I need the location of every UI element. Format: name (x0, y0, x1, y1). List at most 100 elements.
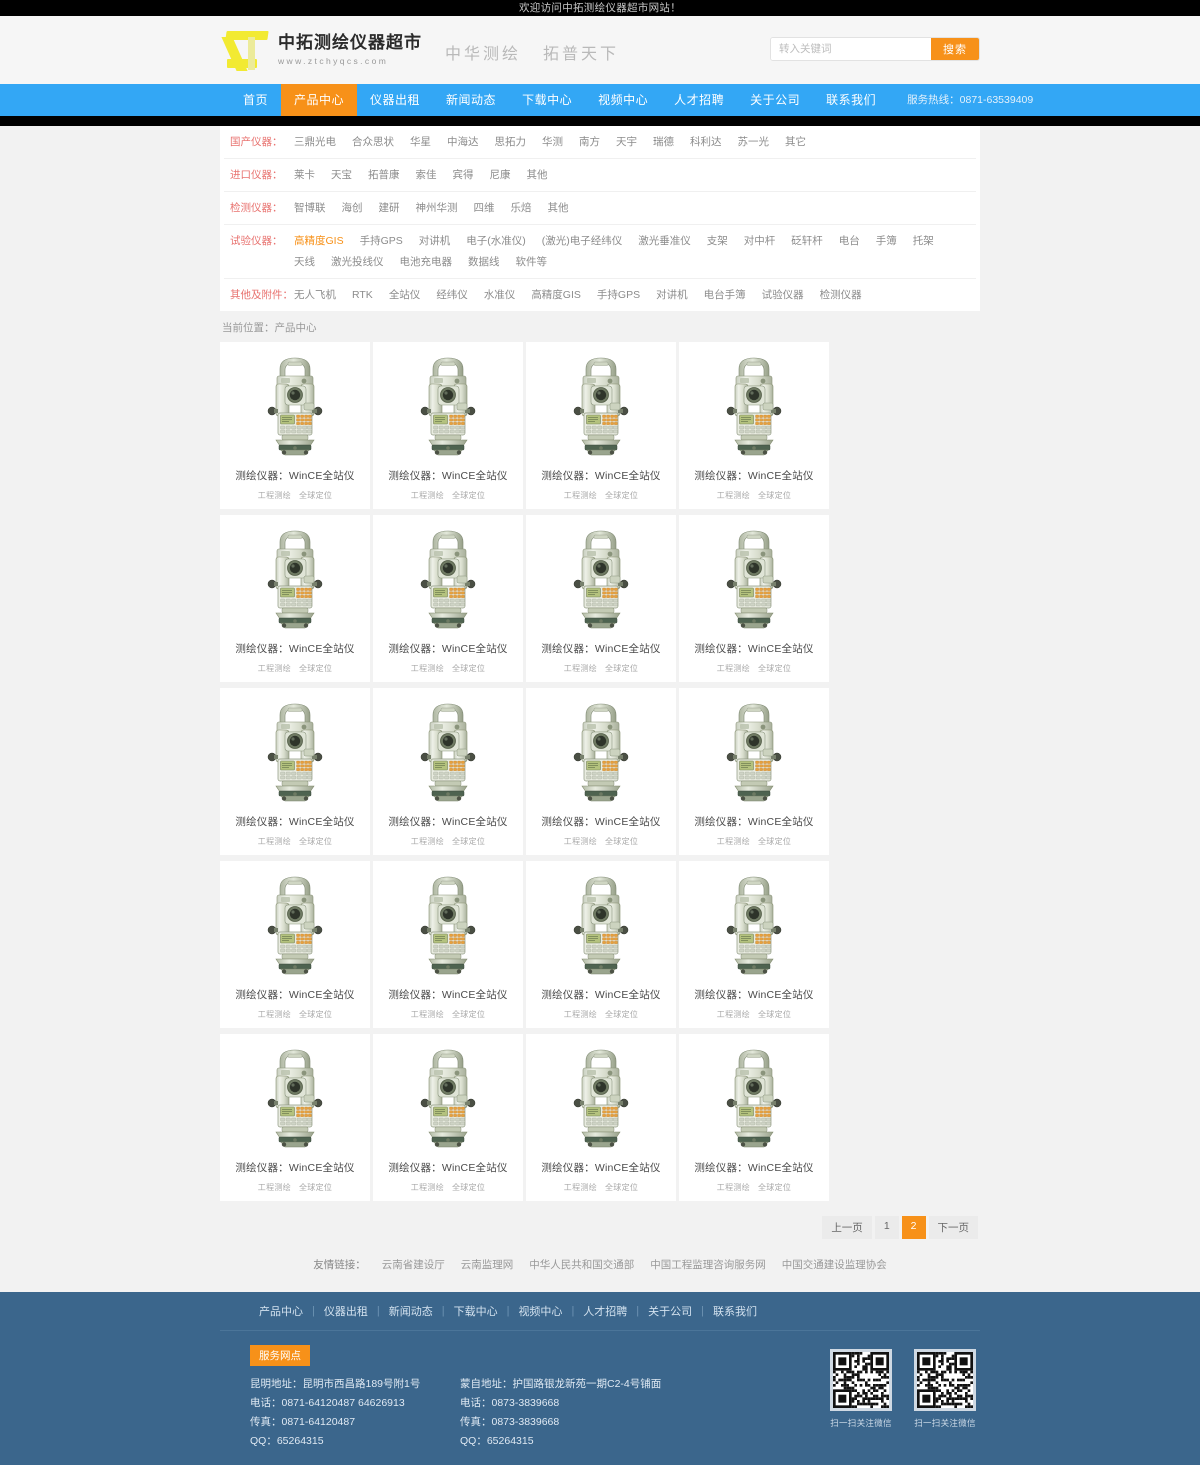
friendly-link-4[interactable]: 中国交通建设监理协会 (782, 1257, 887, 1272)
filter-option-4-7[interactable]: 对讲机 (656, 286, 688, 304)
pagination-page-2[interactable]: 2 (902, 1216, 926, 1239)
filter-option-0-0[interactable]: 三鼎光电 (294, 133, 336, 151)
filter-option-2-4[interactable]: 四维 (474, 199, 495, 217)
product-card[interactable]: 测绘仪器：WinCE全站仪工程测绘全球定位 (373, 861, 523, 1028)
filter-option-1-6[interactable]: 其他 (527, 166, 548, 184)
product-card[interactable]: 测绘仪器：WinCE全站仪工程测绘全球定位 (526, 342, 676, 509)
filter-option-3-10[interactable]: 手簿 (876, 232, 897, 250)
filter-option-3-6[interactable]: 支架 (707, 232, 728, 250)
filter-option-1-0[interactable]: 莱卡 (294, 166, 315, 184)
footer-nav-item-7[interactable]: 联系我们 (704, 1303, 766, 1319)
friendly-link-1[interactable]: 云南监理网 (461, 1257, 514, 1272)
footer-nav-item-2[interactable]: 新闻动态 (380, 1303, 442, 1319)
filter-option-3-11[interactable]: 托架 (913, 232, 934, 250)
pagination-prev[interactable]: 上一页 (822, 1216, 872, 1239)
site-logo[interactable]: 中拓测绘仪器超市 www.ztchyqcs.com (224, 28, 422, 70)
filter-option-0-11[interactable]: 其它 (785, 133, 806, 151)
nav-item-6[interactable]: 人才招聘 (661, 84, 737, 116)
product-card[interactable]: 测绘仪器：WinCE全站仪工程测绘全球定位 (373, 688, 523, 855)
product-card[interactable]: 测绘仪器：WinCE全站仪工程测绘全球定位 (373, 342, 523, 509)
filter-option-0-8[interactable]: 瑞德 (653, 133, 674, 151)
filter-option-3-12[interactable]: 天线 (294, 253, 315, 271)
product-card[interactable]: 测绘仪器：WinCE全站仪工程测绘全球定位 (220, 1034, 370, 1201)
product-card[interactable]: 测绘仪器：WinCE全站仪工程测绘全球定位 (679, 861, 829, 1028)
product-card[interactable]: 测绘仪器：WinCE全站仪工程测绘全球定位 (526, 861, 676, 1028)
filter-option-2-3[interactable]: 神州华测 (416, 199, 458, 217)
filter-option-3-8[interactable]: 砭轩杆 (791, 232, 823, 250)
footer-nav-item-3[interactable]: 下载中心 (445, 1303, 507, 1319)
filter-option-2-0[interactable]: 智博联 (294, 199, 326, 217)
nav-item-5[interactable]: 视频中心 (585, 84, 661, 116)
nav-item-7[interactable]: 关于公司 (737, 84, 813, 116)
filter-option-2-2[interactable]: 建研 (379, 199, 400, 217)
filter-option-0-6[interactable]: 南方 (579, 133, 600, 151)
filter-option-3-7[interactable]: 对中杆 (744, 232, 776, 250)
footer-nav-item-1[interactable]: 仪器出租 (315, 1303, 377, 1319)
product-card[interactable]: 测绘仪器：WinCE全站仪工程测绘全球定位 (220, 515, 370, 682)
filter-option-3-9[interactable]: 电台 (839, 232, 860, 250)
filter-option-4-0[interactable]: 无人飞机 (294, 286, 336, 304)
filter-option-0-3[interactable]: 中海达 (447, 133, 479, 151)
friendly-link-3[interactable]: 中国工程监理咨询服务网 (650, 1257, 766, 1272)
filter-option-3-13[interactable]: 激光投线仪 (331, 253, 384, 271)
product-card[interactable]: 测绘仪器：WinCE全站仪工程测绘全球定位 (679, 342, 829, 509)
filter-option-0-5[interactable]: 华测 (542, 133, 563, 151)
filter-option-0-1[interactable]: 合众思状 (352, 133, 394, 151)
product-card[interactable]: 测绘仪器：WinCE全站仪工程测绘全球定位 (220, 688, 370, 855)
filter-option-4-9[interactable]: 试验仪器 (762, 286, 804, 304)
nav-item-2[interactable]: 仪器出租 (357, 84, 433, 116)
filter-option-3-0[interactable]: 高精度GIS (294, 232, 344, 250)
product-card[interactable]: 测绘仪器：WinCE全站仪工程测绘全球定位 (526, 1034, 676, 1201)
nav-item-0[interactable]: 首页 (230, 84, 281, 116)
filter-option-3-2[interactable]: 对讲机 (419, 232, 451, 250)
product-card[interactable]: 测绘仪器：WinCE全站仪工程测绘全球定位 (373, 515, 523, 682)
filter-option-0-7[interactable]: 天宇 (616, 133, 637, 151)
filter-option-4-6[interactable]: 手持GPS (597, 286, 640, 304)
filter-option-3-15[interactable]: 数据线 (468, 253, 500, 271)
filter-option-3-16[interactable]: 软件等 (516, 253, 548, 271)
filter-option-1-5[interactable]: 尼康 (490, 166, 511, 184)
filter-option-0-2[interactable]: 华星 (410, 133, 431, 151)
footer-nav-item-4[interactable]: 视频中心 (509, 1303, 571, 1319)
filter-option-0-10[interactable]: 苏一光 (738, 133, 770, 151)
friendly-link-0[interactable]: 云南省建设厅 (382, 1257, 445, 1272)
filter-option-3-3[interactable]: 电子(水准仪) (466, 232, 526, 250)
filter-option-2-5[interactable]: 乐焙 (511, 199, 532, 217)
filter-option-3-1[interactable]: 手持GPS (360, 232, 403, 250)
footer-nav-item-5[interactable]: 人才招聘 (574, 1303, 636, 1319)
filter-option-3-14[interactable]: 电池充电器 (400, 253, 453, 271)
filter-option-1-1[interactable]: 天宝 (331, 166, 352, 184)
filter-option-3-5[interactable]: 激光垂准仪 (638, 232, 691, 250)
filter-option-3-4[interactable]: (激光)电子经纬仪 (542, 232, 623, 250)
product-card[interactable]: 测绘仪器：WinCE全站仪工程测绘全球定位 (373, 1034, 523, 1201)
product-card[interactable]: 测绘仪器：WinCE全站仪工程测绘全球定位 (526, 515, 676, 682)
product-card[interactable]: 测绘仪器：WinCE全站仪工程测绘全球定位 (526, 688, 676, 855)
search-input[interactable] (771, 38, 931, 60)
filter-option-4-3[interactable]: 经纬仪 (436, 286, 468, 304)
footer-nav-item-0[interactable]: 产品中心 (250, 1303, 312, 1319)
footer-nav-item-6[interactable]: 关于公司 (639, 1303, 701, 1319)
nav-item-3[interactable]: 新闻动态 (433, 84, 509, 116)
filter-option-4-10[interactable]: 检测仪器 (820, 286, 862, 304)
filter-option-0-4[interactable]: 思拓力 (495, 133, 527, 151)
filter-option-4-1[interactable]: RTK (352, 286, 373, 304)
filter-option-4-5[interactable]: 高精度GIS (531, 286, 581, 304)
filter-option-1-3[interactable]: 索佳 (416, 166, 437, 184)
filter-option-4-8[interactable]: 电台手簿 (704, 286, 746, 304)
friendly-link-2[interactable]: 中华人民共和国交通部 (529, 1257, 634, 1272)
filter-option-4-4[interactable]: 水准仪 (484, 286, 516, 304)
pagination-next[interactable]: 下一页 (929, 1216, 979, 1239)
product-card[interactable]: 测绘仪器：WinCE全站仪工程测绘全球定位 (220, 342, 370, 509)
search-button[interactable]: 搜索 (931, 38, 979, 60)
filter-option-4-2[interactable]: 全站仪 (389, 286, 421, 304)
nav-item-8[interactable]: 联系我们 (813, 84, 889, 116)
product-card[interactable]: 测绘仪器：WinCE全站仪工程测绘全球定位 (679, 1034, 829, 1201)
nav-item-1[interactable]: 产品中心 (281, 84, 357, 116)
product-card[interactable]: 测绘仪器：WinCE全站仪工程测绘全球定位 (220, 861, 370, 1028)
product-card[interactable]: 测绘仪器：WinCE全站仪工程测绘全球定位 (679, 515, 829, 682)
filter-option-1-4[interactable]: 宾得 (453, 166, 474, 184)
filter-option-1-2[interactable]: 拓普康 (368, 166, 400, 184)
nav-item-4[interactable]: 下载中心 (509, 84, 585, 116)
pagination-page-1[interactable]: 1 (875, 1216, 899, 1239)
filter-option-2-6[interactable]: 其他 (548, 199, 569, 217)
